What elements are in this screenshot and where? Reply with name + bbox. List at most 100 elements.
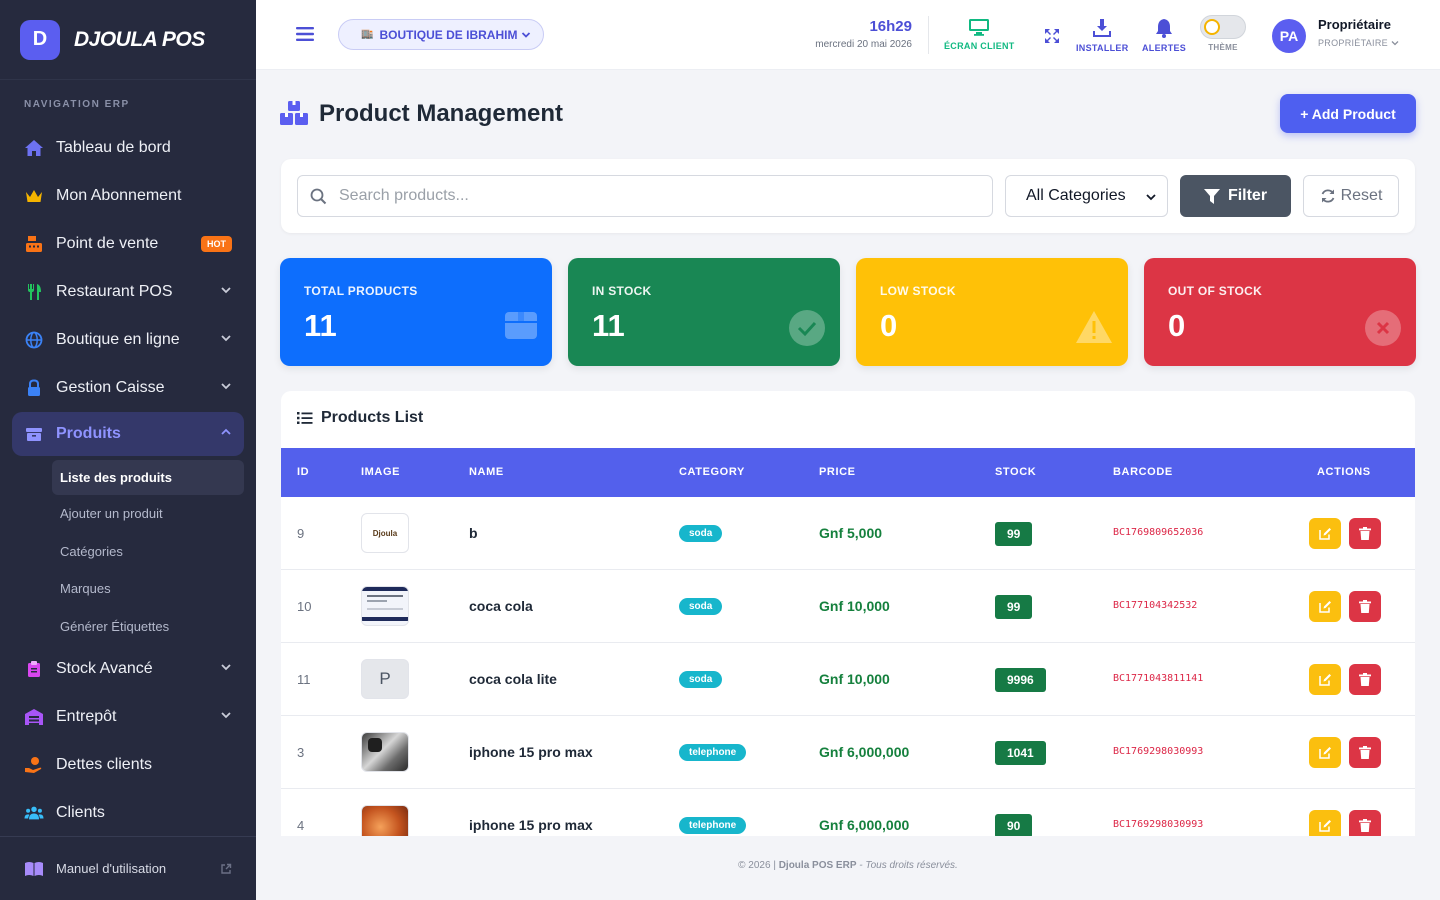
clock-date: mercredi 20 mai 2026 [815,39,912,50]
edit-icon [1318,747,1331,759]
delete-button[interactable] [1349,664,1381,695]
sidebar-subitem-categories[interactable]: Catégories [0,533,256,571]
fullscreen-button[interactable] [1042,18,1062,46]
sidebar-subitem-brands[interactable]: Marques [0,570,256,608]
theme-toggle[interactable]: THÈME [1200,15,1246,52]
user-menu[interactable]: Propriétaire PROPRIÉTAIRE [1318,17,1399,48]
hamburger-menu-icon[interactable] [296,26,314,42]
product-image[interactable] [361,805,409,836]
chevron-down-icon [221,335,231,342]
user-manual-label: Manuel d'utilisation [56,861,167,876]
sidebar-item-warehouse[interactable]: Entrepôt [0,693,256,741]
sidebar-item-label: Clients [56,804,105,821]
search-icon [310,188,327,204]
table-row: 9 Djoula b soda Gnf 5,000 99 BC176980965… [281,497,1415,570]
product-image[interactable]: P [361,659,409,699]
theme-switch[interactable] [1200,15,1246,39]
edit-button[interactable] [1309,737,1341,768]
funnel-icon [1203,188,1220,204]
edit-button[interactable] [1309,810,1341,836]
product-image[interactable] [361,732,409,772]
edit-button[interactable] [1309,591,1341,622]
sidebar-item-clients[interactable]: Clients [0,789,256,837]
search-input[interactable] [339,187,959,205]
sidebar-item-products[interactable]: Produits [12,412,244,456]
install-button[interactable]: INSTALLER [1076,18,1129,53]
avatar[interactable]: PA [1272,19,1306,53]
sidebar-subitem-generate-labels[interactable]: Générer Étiquettes [0,608,256,646]
chevron-down-icon [1146,194,1156,201]
user-manual-link[interactable]: Manuel d'utilisation [0,836,256,900]
cell-barcode: BC177104342532 [1113,600,1198,611]
footer-app-name: Djoula POS ERP [778,860,857,871]
brand-logo: D [20,19,60,60]
cash-register-icon [24,234,44,254]
sidebar-item-advanced-stock[interactable]: Stock Avancé [0,645,256,693]
client-screen-button[interactable]: ÉCRAN CLIENT [944,18,1015,51]
col-price[interactable]: PRICE [819,466,856,478]
edit-icon [1318,820,1331,832]
search-box[interactable] [297,175,993,217]
col-stock[interactable]: STOCK [995,466,1036,478]
category-badge: soda [679,671,723,688]
delete-button[interactable] [1349,518,1381,549]
store-icon: 🏬 [361,29,374,40]
book-icon [24,861,44,877]
chevron-down-icon [221,287,231,294]
sidebar-item-pos[interactable]: Point de vente HOT [0,220,256,268]
sidebar-item-subscription[interactable]: Mon Abonnement [0,172,256,220]
topbar-divider [928,16,929,54]
products-table-card: Products List ID IMAGE NAME CATEGORY PRI… [281,391,1415,836]
check-circle-icon [789,310,825,346]
alerts-button[interactable]: ALERTES [1142,18,1186,53]
sidebar-item-online-shop[interactable]: Boutique en ligne [0,316,256,364]
cell-barcode: BC1769298030993 [1113,746,1204,757]
category-select[interactable]: All Categories [1005,175,1168,217]
sidebar: D DJOULA POS NAVIGATION ERP Tableau de b… [0,0,256,900]
sidebar-subitem-add-product[interactable]: Ajouter un produit [0,495,256,533]
edit-icon [1318,601,1331,613]
hand-money-icon [24,755,44,775]
nav-section-label: NAVIGATION ERP [24,99,130,110]
sidebar-item-dashboard[interactable]: Tableau de bord [0,124,256,172]
stat-card-total-products: TOTAL PRODUCTS 11 [280,258,552,366]
edit-icon [1318,528,1331,540]
col-id[interactable]: ID [297,466,309,478]
sidebar-item-label: Produits [56,425,121,442]
edit-button[interactable] [1309,518,1341,549]
table-title: Products List [321,409,424,426]
topbar: 🏬 BOUTIQUE DE IBRAHIM 16h29 mercredi 20 … [256,0,1440,70]
edit-button[interactable] [1309,664,1341,695]
table-header: ID IMAGE NAME CATEGORY PRICE STOCK BARCO… [281,448,1415,497]
page-title: Product Management [319,100,564,127]
page-header: Product Management + Add Product [280,94,1416,134]
delete-button[interactable] [1349,810,1381,836]
sidebar-subitem-product-list[interactable]: Liste des produits [52,460,244,495]
stat-value: 11 [304,308,337,343]
stat-label: OUT OF STOCK [1168,284,1263,298]
list-icon [297,412,313,424]
col-barcode: BARCODE [1113,466,1173,478]
col-name[interactable]: NAME [469,466,504,478]
category-badge: telephone [679,744,747,761]
cell-name: b [469,525,478,541]
reset-button[interactable]: Reset [1303,175,1399,217]
sidebar-item-restaurant[interactable]: Restaurant POS [0,268,256,316]
col-category[interactable]: CATEGORY [679,466,745,478]
filter-button[interactable]: Filter [1180,175,1291,217]
crown-icon [24,186,44,206]
stock-badge: 99 [995,522,1033,546]
delete-button[interactable] [1349,591,1381,622]
brand[interactable]: D DJOULA POS [0,0,256,80]
product-image[interactable]: Djoula [361,513,409,553]
sidebar-item-customer-debts[interactable]: Dettes clients [0,741,256,789]
add-product-button[interactable]: + Add Product [1280,94,1416,133]
box-icon [24,424,44,444]
clock-time: 16h29 [869,18,912,35]
delete-button[interactable] [1349,737,1381,768]
product-image[interactable] [361,586,409,626]
store-selector[interactable]: 🏬 BOUTIQUE DE IBRAHIM [338,19,545,50]
sidebar-item-cash-management[interactable]: Gestion Caisse [0,364,256,412]
cell-price: Gnf 6,000,000 [819,744,910,760]
chevron-down-icon [221,712,231,719]
